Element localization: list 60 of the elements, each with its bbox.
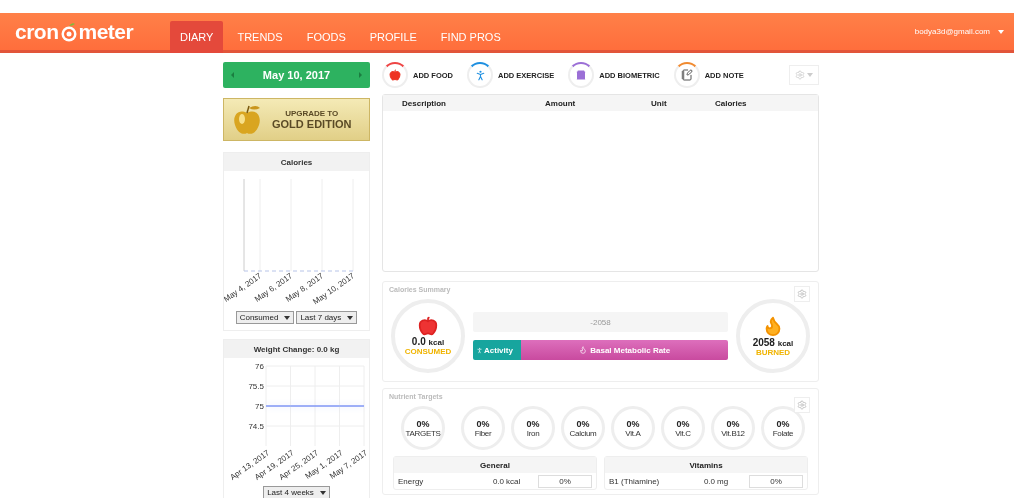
caret-icon	[807, 73, 813, 77]
apple-icon	[389, 69, 401, 81]
percent-bar: 0%	[749, 474, 803, 488]
target-logo-icon	[59, 21, 78, 42]
burned-value: 2058 kcal	[752, 337, 794, 348]
golden-apple-icon	[232, 103, 262, 136]
panel-title: Calories	[224, 153, 369, 171]
logo-text: cron	[15, 19, 59, 44]
next-day-icon[interactable]	[359, 72, 362, 78]
consumed-label: CONSUMED	[404, 347, 452, 356]
tick-label: 76	[255, 362, 264, 371]
activity-segment: Activity	[473, 340, 522, 360]
column-header: Amount	[545, 98, 577, 108]
tick-label: 74.5	[248, 422, 264, 431]
panel-title: Weight Change: 0.0 kg	[224, 340, 369, 358]
consumed-value: 0.0 kcal	[411, 336, 445, 347]
logo-text: meter	[78, 19, 134, 44]
nutrient-ring: 0% Iron	[511, 406, 555, 450]
dropdown[interactable]: Last 4 weeks	[263, 486, 330, 498]
nutrient-ring: 0% Vit.A	[611, 406, 655, 450]
percent-bar: 0%	[538, 474, 592, 488]
settings-button[interactable]	[789, 65, 819, 85]
column-header: Unit	[651, 98, 668, 108]
nav-tab[interactable]: DIARY	[170, 21, 224, 53]
upgrade-text: GOLD EDITION	[272, 118, 352, 130]
table-cell-text: mg	[717, 476, 730, 486]
flame-icon	[579, 346, 588, 354]
table-cell-text: 0.0	[702, 476, 715, 486]
burned-label: BURNED	[755, 348, 791, 357]
balance-bar: -2058	[473, 312, 728, 332]
column-header: Description	[402, 98, 447, 108]
table-title: Vitamins	[605, 457, 807, 473]
table-cell-text: Energy	[398, 476, 425, 486]
bag-icon	[575, 69, 588, 81]
table-cell-text: kcal	[506, 476, 522, 486]
table-title: General	[394, 457, 596, 473]
bmr-segment: Basal Metabolic Rate	[521, 340, 728, 360]
tick-label: 75.5	[248, 382, 264, 391]
nutrient-ring: 0% TARGETS	[401, 406, 445, 450]
caret-icon	[998, 29, 1004, 34]
dropdown[interactable]: Consumed	[235, 311, 295, 324]
nutrient-ring: 0% Vit.C	[661, 406, 705, 450]
prev-day-icon[interactable]	[231, 72, 234, 78]
person-icon	[476, 346, 483, 354]
settings-button[interactable]	[794, 397, 810, 413]
nutrient-ring: 0% Folate	[761, 406, 805, 450]
note-icon	[680, 69, 693, 81]
tick-label: 75	[255, 402, 264, 411]
upgrade-banner[interactable]: UPGRADE TO GOLD EDITION	[223, 98, 370, 141]
dropdown[interactable]: Last 7 days	[296, 311, 358, 324]
nutrient-ring: 0% Fiber	[461, 406, 505, 450]
table-cell-text: B1 (Thiamine)	[609, 476, 661, 486]
column-header: Calories	[715, 98, 748, 108]
gear-icon	[795, 70, 805, 80]
table-cell-text: 0.0	[491, 476, 504, 486]
nutrient-ring: 0% Vit.B12	[711, 406, 755, 450]
apple-icon	[418, 316, 438, 336]
nutrient-ring: 0% Calcium	[561, 406, 605, 450]
settings-button[interactable]	[794, 286, 810, 302]
upgrade-text: UPGRADE TO	[285, 109, 339, 118]
